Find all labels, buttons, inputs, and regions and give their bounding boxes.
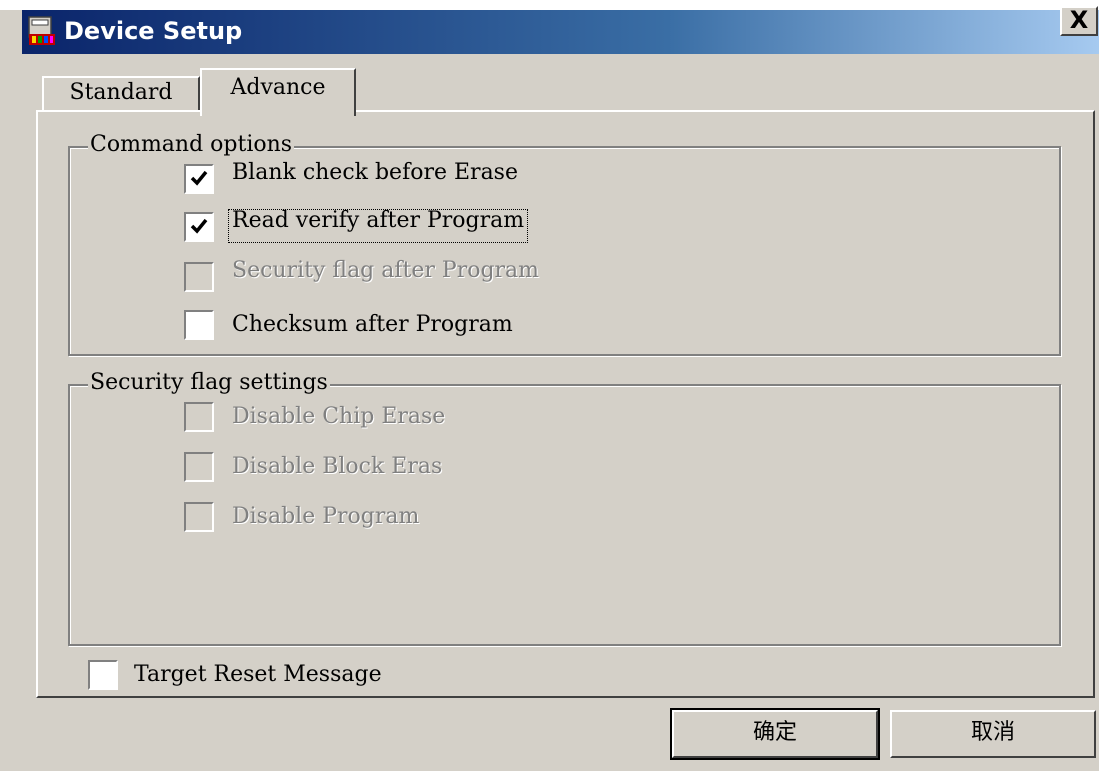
checkbox-box[interactable] [184,164,214,194]
tab-standard[interactable]: Standard [42,76,200,112]
focus-rect [228,209,528,243]
checkbox-label[interactable]: Target Reset Message [134,662,382,688]
checkbox-label[interactable]: Disable Chip Erase [232,404,445,430]
checkbox-box[interactable] [184,402,214,432]
device-setup-dialog: Device Setup X Standard Advance Command … [0,0,1099,771]
checkbox-box[interactable] [184,310,214,340]
checkbox-label[interactable]: Checksum after Program [232,312,513,338]
close-button[interactable]: X [1060,6,1098,36]
checkbox-box[interactable] [184,262,214,292]
cancel-button[interactable]: 取消 [890,710,1096,758]
checkbox-label[interactable]: Disable Block Eras [232,454,442,480]
checkbox-box[interactable] [184,452,214,482]
check-icon [190,218,208,234]
check-icon [190,170,208,186]
ok-button[interactable]: 确定 [670,708,880,760]
checkbox-box[interactable] [184,502,214,532]
security-flag-settings-legend: Security flag settings [88,370,330,396]
window-title: Device Setup [64,17,243,45]
checkbox-label[interactable]: Disable Program [232,504,419,530]
top-strip [0,0,1099,10]
tab-advance[interactable]: Advance [200,68,356,116]
checkbox-box[interactable] [88,660,118,690]
title-bar[interactable]: Device Setup [22,10,1099,54]
checkbox-box[interactable] [184,212,214,242]
app-icon [28,16,55,45]
command-options-legend: Command options [88,132,295,158]
checkbox-label[interactable]: Blank check before Erase [232,160,532,192]
checkbox-label[interactable]: Security flag after Program [232,258,542,292]
